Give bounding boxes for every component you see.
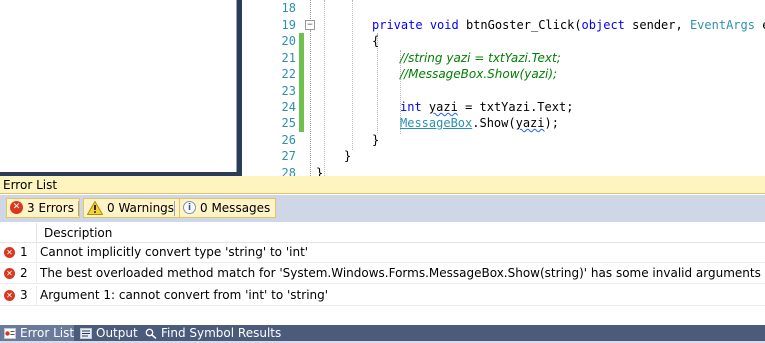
line-number: 23 [281,84,296,98]
info-icon: i [183,201,196,214]
code-line-26: } [372,133,380,147]
error-icon: ✕ [10,201,23,214]
warning-icon [86,199,104,215]
code-line-19: private void btnGoster_Click(object send… [372,17,765,34]
error-number: 2 [20,266,28,280]
outline-guide [310,30,312,176]
error-list-icon [4,327,16,339]
line-number: 18 [281,1,296,15]
method-name: btnGoster_Click( [465,18,582,32]
changed-line-marker [299,83,304,100]
line-number: 25 [281,116,296,130]
description-column-header[interactable]: Description [44,226,112,240]
warnings-filter-label: 0 Warnings [107,201,175,215]
code-text: .Show( [472,116,516,130]
line-number: 21 [281,51,296,65]
editor-area: 18 19 20 21 22 23 24 25 26 27 28 − priva… [0,0,765,176]
type-name: MessageBox [400,116,473,130]
error-description: The best overloaded method match for 'Sy… [40,266,761,280]
tab-output[interactable]: Output [76,325,138,341]
messages-filter-button[interactable]: i 0 Messages [179,198,277,218]
panel-title: Error List [0,176,765,194]
error-description: Argument 1: cannot convert from 'int' to… [40,288,329,302]
code-line-21-comment: //string yazi = txtYazi.Text; [400,51,561,65]
line-number: 22 [281,67,296,81]
column-divider [36,286,37,306]
error-row[interactable]: ✕ 2 The best overloaded method match for… [0,264,765,284]
line-number: 20 [281,34,296,48]
line-number: 27 [281,149,296,163]
find-symbol-icon [145,327,157,340]
code-line-22-comment: //MessageBox.Show(yazi); [400,67,558,81]
keyword: object [581,18,625,32]
column-header-row: Description [0,223,765,243]
errors-filter-label: 3 Errors [27,201,74,215]
tab-error-list[interactable]: Error List [0,325,74,341]
tab-label: Output [96,326,138,340]
changed-line-marker [299,33,304,50]
error-icon: ✕ [4,247,15,258]
keyword: void [429,18,459,32]
line-number: 26 [281,133,296,147]
column-divider [36,243,37,263]
keyword: int [400,100,422,114]
tab-label: Find Symbol Results [161,326,282,340]
column-divider [36,264,37,284]
indent-guide [324,0,326,176]
error-squiggle: yazi [515,116,545,130]
code-text: = txtYazi.Text; [465,100,574,114]
line-number: 24 [281,100,296,114]
error-description: Cannot implicitly convert type 'string' … [40,245,309,259]
code-line-28: } [316,166,324,176]
toolbar-separator [174,201,175,216]
left-tool-panel [0,0,237,172]
keyword: private [372,18,423,32]
outline-guide [310,0,312,19]
collapse-toggle-icon[interactable]: − [305,20,315,30]
code-line-20: { [372,34,380,48]
line-number-gutter: 18 19 20 21 22 23 24 25 26 27 28 [242,0,300,176]
code-line-25: MessageBox.Show(yazi); [400,115,559,132]
filter-toolbar: ✕ 3 Errors 0 Warnings i 0 Messages [0,195,765,222]
error-number: 3 [20,288,28,302]
type-name: EventArgs [689,18,755,32]
error-icon: ✕ [4,290,15,301]
tab-label: Error List [20,326,75,340]
code-line-24: int yazi = txtYazi.Text; [400,99,573,116]
code-line-27: } [344,149,352,163]
tab-find-symbol-results[interactable]: Find Symbol Results [141,325,281,341]
changed-line-marker [299,99,304,116]
error-squiggle: yazi [428,100,458,114]
line-number: 28 [281,166,296,176]
bottom-tool-tabs: Error List Output Find Symbol Results [0,325,765,341]
line-number: 19 [281,18,296,32]
error-row[interactable]: ✕ 1 Cannot implicitly convert type 'stri… [0,243,765,263]
output-icon [80,327,92,339]
code-text: ); [544,116,559,130]
changed-line-marker [299,50,304,67]
warnings-filter-button[interactable]: 0 Warnings [83,198,181,218]
errors-filter-button[interactable]: ✕ 3 Errors [6,198,80,218]
changed-line-marker [299,115,304,132]
code-text: sender, [632,18,683,32]
column-divider [36,223,37,243]
messages-filter-label: 0 Messages [200,201,271,215]
indent-guide [352,0,354,150]
error-icon: ✕ [4,268,15,279]
error-number: 1 [20,245,28,259]
code-editor[interactable]: 18 19 20 21 22 23 24 25 26 27 28 − priva… [242,0,765,176]
error-list-panel: Error List ✕ 3 Errors 0 Warnings i 0 Messa… [0,176,765,325]
changed-line-marker [299,66,304,83]
error-row[interactable]: ✕ 3 Argument 1: cannot convert from 'int… [0,286,765,306]
toolbar-separator [78,201,79,216]
